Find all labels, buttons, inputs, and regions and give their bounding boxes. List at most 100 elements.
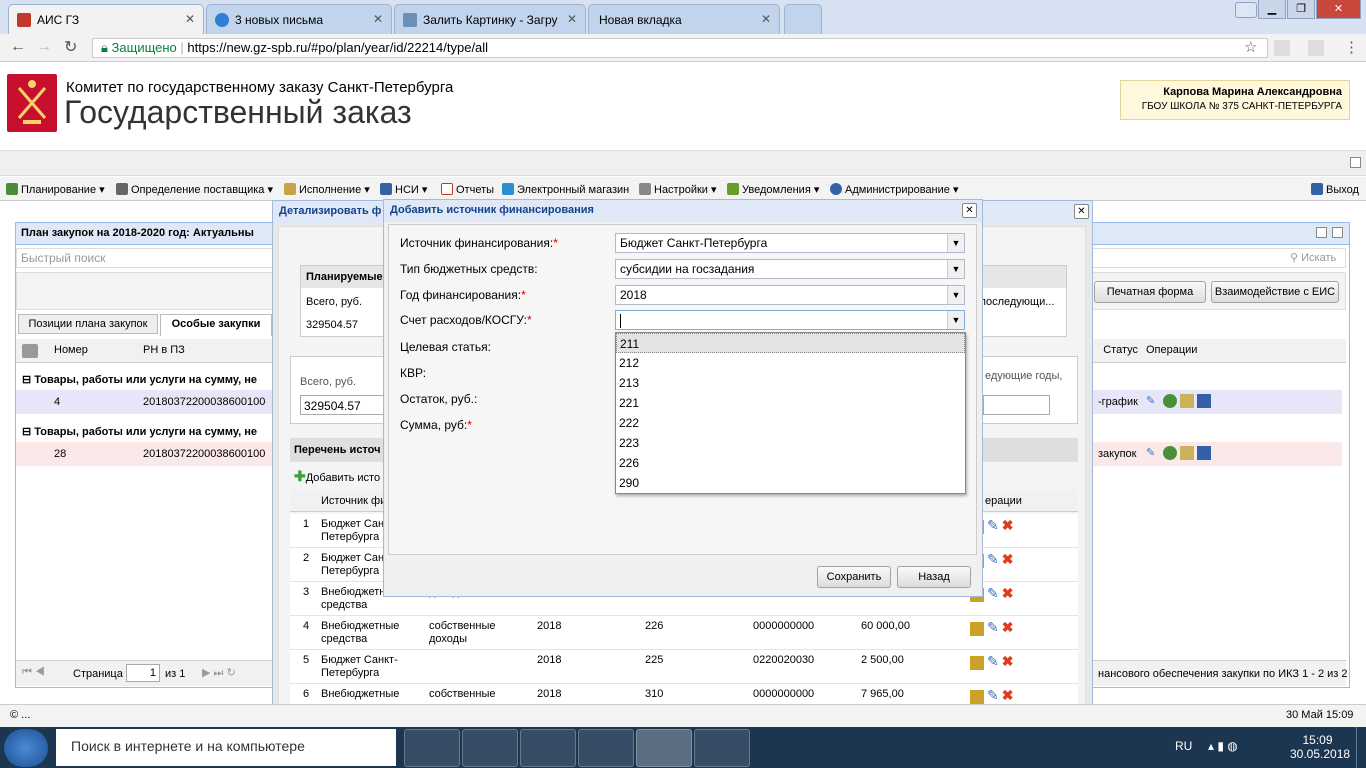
year-select[interactable]: 2018 ▼ (615, 285, 965, 305)
total-input[interactable]: 329504.57 (300, 395, 390, 415)
menu-icon[interactable]: ⋮ (1344, 38, 1359, 56)
exit-button[interactable]: Выход (1311, 183, 1359, 196)
col-status[interactable]: Статус (1098, 344, 1138, 356)
start-button[interactable] (4, 729, 48, 767)
chevron-down-icon[interactable]: ▼ (947, 234, 964, 252)
menu-admin[interactable]: Администрирование ▾ (830, 183, 958, 196)
menu-reports[interactable]: Отчеты (441, 183, 494, 196)
gear-icon[interactable] (1163, 446, 1177, 460)
delete-icon[interactable]: ✖ (1002, 551, 1014, 567)
close-icon[interactable]: ✕ (1074, 204, 1089, 219)
maximize-button[interactable]: ❐ (1287, 0, 1315, 19)
collapse-icon[interactable] (1350, 157, 1361, 168)
save-button[interactable]: Сохранить (817, 566, 891, 588)
gear-icon[interactable] (1163, 394, 1177, 408)
star-icon[interactable]: ☆ (1244, 38, 1257, 56)
list-icon[interactable] (970, 690, 984, 705)
chart-icon[interactable] (1197, 394, 1211, 408)
extension-icon-2[interactable] (1308, 40, 1324, 56)
edit-icon[interactable]: ✎ (1146, 394, 1160, 408)
print-form-button[interactable]: Печатная форма (1094, 281, 1206, 303)
add-source-button[interactable]: ✚Добавить исто (294, 468, 380, 485)
tab-special-purchases[interactable]: Особые закупки (160, 314, 272, 336)
tab-mail[interactable]: 3 новых письма ✕ (206, 4, 392, 34)
delete-icon[interactable]: ✖ (1002, 653, 1014, 669)
forward-icon[interactable]: → (36, 38, 52, 56)
tab-new[interactable]: Новая вкладка ✕ (588, 4, 780, 34)
kosgu-option[interactable]: 290 (616, 473, 965, 493)
reload-icon[interactable]: ↻ (64, 37, 77, 57)
back-button[interactable]: Назад (897, 566, 971, 588)
close-icon[interactable]: ✕ (185, 12, 195, 26)
delete-icon[interactable]: ✖ (1002, 687, 1014, 703)
delete-icon[interactable]: ✖ (1002, 619, 1014, 635)
group-header[interactable]: ⊟ Товары, работы или услуги на сумму, не (22, 373, 257, 386)
close-icon[interactable]: ✕ (761, 12, 771, 26)
kosgu-option[interactable]: 222 (616, 413, 965, 433)
chevron-down-icon[interactable]: ▼ (947, 260, 964, 278)
kosgu-option[interactable]: 213 (616, 373, 965, 393)
back-icon[interactable]: ← (10, 38, 26, 56)
profile-icon[interactable] (1235, 2, 1257, 18)
tab-ais-gz[interactable]: АИС ГЗ ✕ (8, 4, 204, 34)
col-rn[interactable]: РН в ПЗ (143, 344, 185, 356)
menu-supplier[interactable]: Определение поставщика ▾ (116, 183, 273, 196)
tray-icons[interactable]: ▴ ▮ ◍ (1208, 739, 1238, 753)
chrome-icon[interactable] (636, 729, 692, 767)
panel-minimize-icon[interactable] (1316, 227, 1327, 238)
sign-icon[interactable] (1180, 446, 1194, 460)
address-bar[interactable]: 🔒︎ Защищено | https://new.gz-spb.ru/#po/… (92, 38, 1268, 58)
pager-first-icon[interactable]: ⏮ ◀ (22, 666, 45, 679)
extension-icon[interactable] (1274, 40, 1290, 56)
menu-eshop[interactable]: Электронный магазин (502, 183, 629, 196)
menu-settings[interactable]: Настройки ▾ (639, 183, 717, 196)
eis-button[interactable]: Взаимодействие с ЕИС (1211, 281, 1339, 303)
close-icon[interactable]: ✕ (373, 12, 383, 26)
language-indicator[interactable]: RU (1175, 739, 1192, 753)
media-player-icon[interactable] (462, 729, 518, 767)
source-select[interactable]: Бюджет Санкт-Петербурга ▼ (615, 233, 965, 253)
group-header[interactable]: ⊟ Товары, работы или услуги на сумму, не (22, 425, 257, 438)
next-years-input[interactable] (983, 395, 1050, 415)
taskbar-search-input[interactable]: Поиск в интернете и на компьютере (56, 729, 396, 766)
chevron-down-icon[interactable]: ▼ (947, 286, 964, 304)
search-button[interactable]: ⚲ Искать (1290, 251, 1336, 264)
edit-icon[interactable]: ✎ (987, 687, 999, 703)
tab-plan-positions[interactable]: Позиции плана закупок (18, 314, 158, 334)
edit-icon[interactable]: ✎ (1146, 446, 1160, 460)
kosgu-option[interactable]: 221 (616, 393, 965, 413)
kosgu-select[interactable]: ▼ (615, 310, 965, 330)
list-icon[interactable] (970, 656, 984, 671)
excel-icon[interactable] (694, 729, 750, 767)
edit-icon[interactable]: ✎ (987, 619, 999, 635)
menu-execution[interactable]: Исполнение ▾ (284, 183, 370, 196)
ie-icon[interactable] (578, 729, 634, 767)
kosgu-option[interactable]: 226 (616, 453, 965, 473)
chart-icon[interactable] (1197, 446, 1211, 460)
col-source[interactable]: Источник фи (321, 495, 386, 507)
sign-icon[interactable] (1180, 394, 1194, 408)
chevron-down-icon[interactable]: ▼ (947, 311, 964, 329)
close-window-button[interactable]: ✕ (1316, 0, 1361, 19)
page-input[interactable]: 1 (126, 664, 160, 682)
filter-icon[interactable] (22, 344, 38, 358)
minimize-button[interactable]: ▁ (1258, 0, 1286, 19)
menu-notifications[interactable]: Уведомления ▾ (727, 183, 819, 196)
kosgu-option[interactable]: 212 (616, 353, 965, 373)
col-number[interactable]: Номер (54, 344, 88, 356)
menu-nsi[interactable]: НСИ ▾ (380, 183, 427, 196)
show-desktop-button[interactable] (1356, 727, 1366, 768)
col-source-operations[interactable]: ерации (985, 495, 1022, 507)
edit-icon[interactable]: ✎ (987, 585, 999, 601)
paint-icon[interactable] (520, 729, 576, 767)
close-icon[interactable]: ✕ (567, 12, 577, 26)
list-icon[interactable] (970, 622, 984, 637)
tab-upload[interactable]: Залить Картинку - Загру ✕ (394, 4, 586, 34)
clock[interactable]: 15:09 30.05.2018 (1290, 733, 1350, 761)
edit-icon[interactable]: ✎ (987, 653, 999, 669)
pager-next-icon[interactable]: ▶ ⏭ ↻ (202, 666, 236, 680)
col-operations[interactable]: Операции (1146, 344, 1197, 356)
panel-maximize-icon[interactable] (1332, 227, 1343, 238)
budget-type-select[interactable]: субсидии на госзадания ▼ (615, 259, 965, 279)
edit-icon[interactable]: ✎ (987, 551, 999, 567)
